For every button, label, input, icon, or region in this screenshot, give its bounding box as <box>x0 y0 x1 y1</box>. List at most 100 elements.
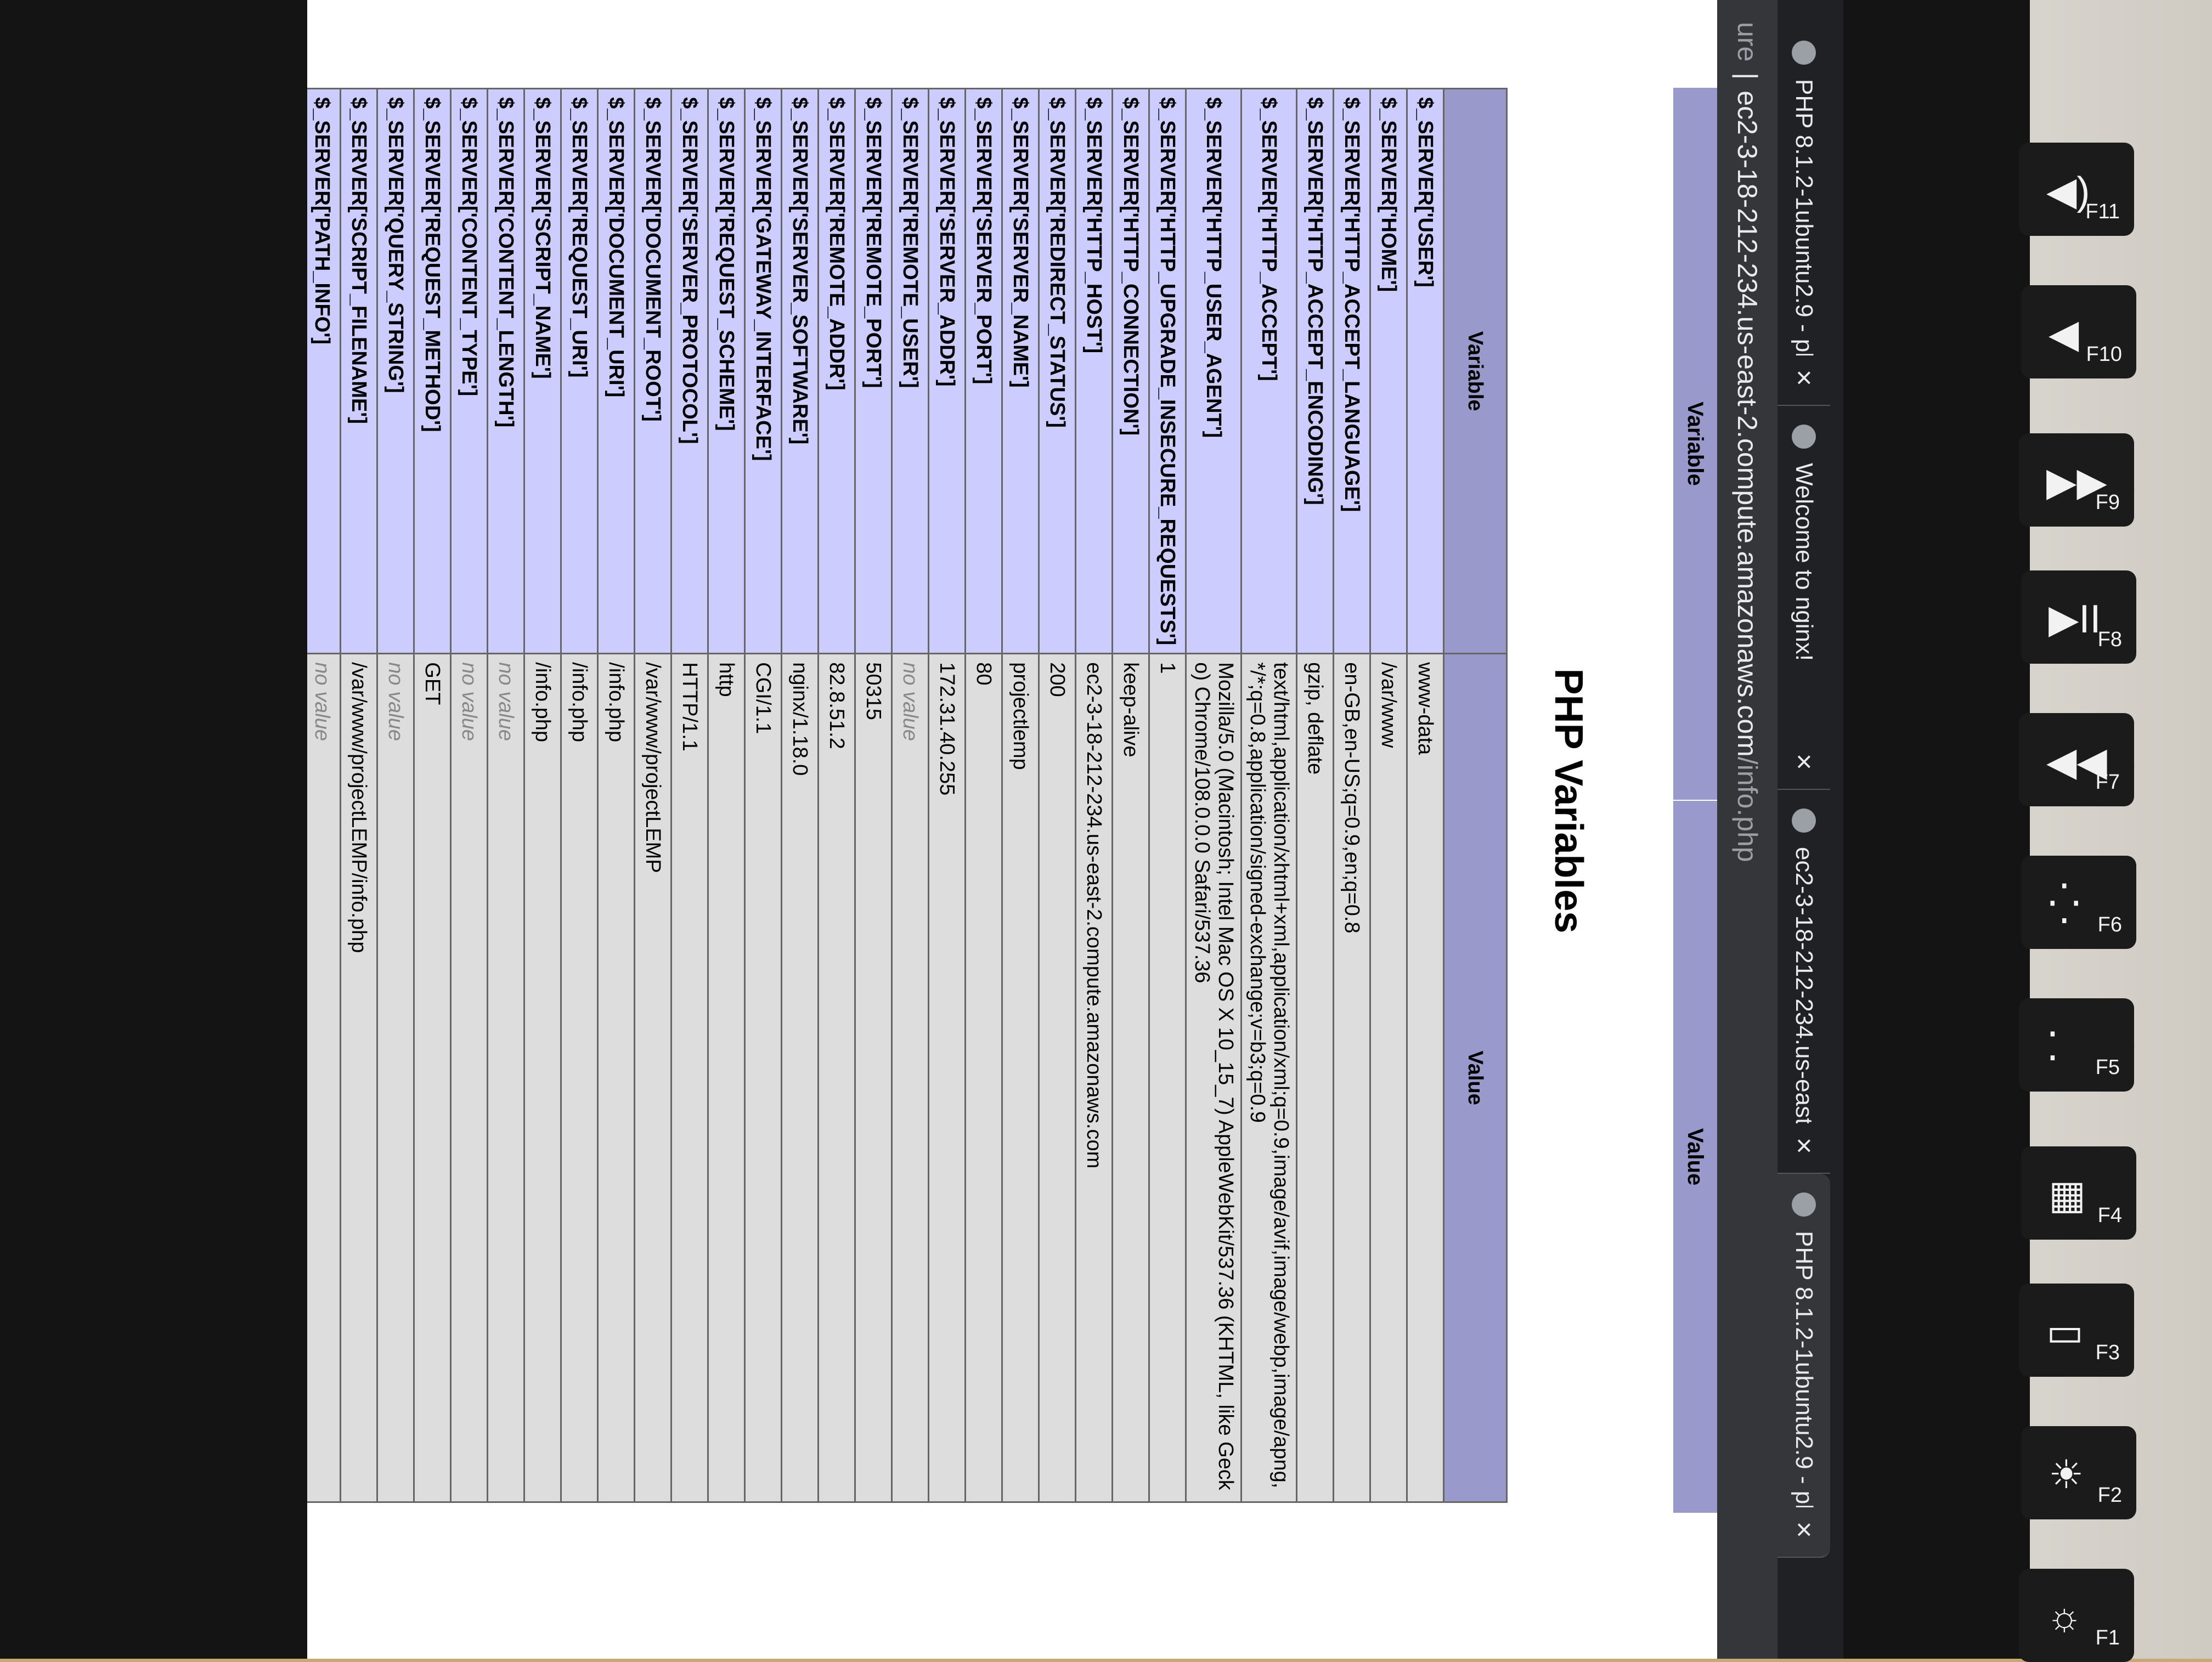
table-row: $_SERVER['HTTP_USER_AGENT'] Mozilla/5.0 (… <box>1186 88 1242 1502</box>
variable-value-cell: 80 <box>965 653 1002 1502</box>
variable-value-cell: gzip, deflate <box>1296 653 1334 1502</box>
function-key: ▭ F3 <box>2019 1284 2134 1377</box>
function-key: ▶▶ F9 <box>2019 433 2134 527</box>
tab-title: PHP 8.1.2-1ubuntu2.9 - phpin <box>1791 1231 1818 1507</box>
table-row: $_SERVER['HTTP_HOST'] ec2-3-18-212-234.us… <box>1075 88 1113 1502</box>
variable-name-cell: $_SERVER['HTTP_UPGRADE_INSECURE_REQUESTS… <box>1149 88 1186 654</box>
function-key: ▦ F4 <box>2021 1146 2136 1240</box>
variable-name-cell: $_SERVER['SERVER_ADDR'] <box>928 88 966 654</box>
variable-name-cell: $_SERVER['DOCUMENT_URI'] <box>597 88 635 654</box>
key-glyph-icon: ▭ <box>2046 1310 2084 1354</box>
key-label: F2 <box>2097 1484 2122 1507</box>
variable-value-cell: /var/www <box>1370 653 1407 1502</box>
browser-window: PHP 8.1.2-1ubuntu2.9 - phpin × Welcome to … <box>307 0 1843 1659</box>
globe-icon <box>1792 41 1816 65</box>
variable-name-cell: $_SERVER['PATH_INFO'] <box>307 88 341 654</box>
key-label: F6 <box>2097 913 2122 936</box>
variable-name-cell: $_SERVER['CONTENT_LENGTH'] <box>487 88 524 654</box>
variable-value-cell: projectlemp <box>1002 653 1039 1502</box>
variable-value-cell: /info.php <box>561 653 598 1502</box>
variable-name-cell: $_SERVER['SCRIPT_FILENAME'] <box>340 88 377 654</box>
table-row: $_SERVER['DOCUMENT_URI']/info.php <box>597 88 635 1502</box>
table-row: $_SERVER['REMOTE_PORT'] 50315 <box>855 88 892 1502</box>
browser-tab[interactable]: Welcome to nginx! × <box>1778 406 1830 790</box>
function-key: ◀ F10 <box>2021 285 2136 378</box>
variable-name-cell: $_SERVER['CONTENT_TYPE'] <box>450 88 488 654</box>
tab-close-icon[interactable]: × <box>1787 1522 1820 1538</box>
function-key: ▶II F8 <box>2021 570 2136 664</box>
variable-name-cell: $_SERVER['HTTP_ACCEPT'] <box>1241 88 1297 654</box>
variable-name-cell: $_SERVER['HTTP_CONNECTION'] <box>1112 88 1149 654</box>
variable-value-cell: Mozilla/5.0 (Macintosh; Intel Mac OS X 1… <box>1186 653 1242 1502</box>
variable-name-cell: $_SERVER['SERVER_SOFTWARE'] <box>781 88 819 654</box>
tab-close-icon[interactable]: × <box>1787 1138 1820 1154</box>
variable-name-cell: $_SERVER['REQUEST_URI'] <box>561 88 598 654</box>
variable-name-cell: $_SERVER['REQUEST_SCHEME'] <box>708 88 745 654</box>
browser-tab[interactable]: ec2-3-18-212-234.us-east-2. × <box>1778 790 1830 1174</box>
key-label: F3 <box>2095 1341 2120 1364</box>
variable-value-cell: http <box>708 653 745 1502</box>
key-label: F5 <box>2095 1056 2120 1079</box>
variable-value-cell: /info.php <box>597 653 635 1502</box>
table-row: $_SERVER['HTTP_UPGRADE_INSECURE_REQUESTS… <box>1149 88 1186 1502</box>
address-separator: | <box>1732 72 1763 80</box>
variable-value-cell: /info.php <box>524 653 561 1502</box>
table-row: $_SERVER['GATEWAY_INTERFACE'] CGI/1.1 <box>744 88 782 1502</box>
variable-value-cell: keep-alive <box>1112 653 1149 1502</box>
table-row: $_SERVER['USER'] www-data <box>1407 88 1444 1502</box>
variable-name-cell: $_SERVER['GATEWAY_INTERFACE'] <box>744 88 782 654</box>
globe-icon <box>1792 425 1816 449</box>
variable-name-cell: $_SERVER['REMOTE_ADDR'] <box>818 88 855 654</box>
table-row: $_SERVER['REQUEST_SCHEME'] http <box>708 88 745 1502</box>
tab-close-icon[interactable]: × <box>1787 754 1820 770</box>
browser-tab[interactable]: PHP 8.1.2-1ubuntu2.9 - phpin × <box>1778 1174 1830 1558</box>
variable-value-cell: 200 <box>1039 653 1076 1502</box>
key-label: F9 <box>2095 491 2120 514</box>
column-header-value: Value <box>1443 653 1507 1502</box>
function-key: ☀ F2 <box>2021 1426 2136 1519</box>
key-glyph-icon: ▶II <box>2049 597 2101 641</box>
browser-tab[interactable]: PHP 8.1.2-1ubuntu2.9 - phpin × <box>1778 22 1830 406</box>
variable-name-cell: $_SERVER['DOCUMENT_ROOT'] <box>634 88 672 654</box>
variable-value-cell: 82.8.51.2 <box>818 653 855 1502</box>
globe-icon <box>1792 809 1816 833</box>
variable-name-cell: $_SERVER['REMOTE_PORT'] <box>855 88 892 654</box>
prev-header-value: Value <box>1673 801 1717 1514</box>
table-row: $_SERVER['DOCUMENT_ROOT']/var/www/projec… <box>634 88 672 1502</box>
key-label: F1 <box>2095 1626 2120 1649</box>
previous-table-header: Variable Value <box>1673 88 1717 1514</box>
tab-close-icon[interactable]: × <box>1787 370 1820 386</box>
variable-name-cell: $_SERVER['HTTP_USER_AGENT'] <box>1186 88 1242 654</box>
tab-title: Welcome to nginx! <box>1791 463 1818 662</box>
key-label: F4 <box>2097 1204 2122 1227</box>
function-key: ◀◀ F7 <box>2019 713 2134 806</box>
table-body: $_SERVER['USER'] www-data $_SERVER['HOME']… <box>307 88 1444 1502</box>
variable-name-cell: $_SERVER['QUERY_STRING'] <box>377 88 414 654</box>
address-bar[interactable]: ure | ec2-3-18-212-234.us-east-2.compute… <box>1717 0 1778 1659</box>
variable-value-cell: no value <box>891 653 929 1502</box>
table-row: $_SERVER['SCRIPT_NAME']/info.php <box>524 88 561 1502</box>
php-variables-table: Variable Value $_SERVER['USER'] www-data $… <box>307 88 1508 1503</box>
variable-name-cell: $_SERVER['REDIRECT_STATUS'] <box>1039 88 1076 654</box>
table-row: $_SERVER['CONTENT_TYPE'] no value <box>450 88 488 1502</box>
function-key: ⁚ F5 <box>2019 998 2134 1092</box>
globe-icon <box>1792 1192 1816 1217</box>
function-key: ⁛ F6 <box>2021 856 2136 949</box>
variable-value-cell: CGI/1.1 <box>744 653 782 1502</box>
variable-name-cell: $_SERVER['HOME'] <box>1370 88 1407 654</box>
variable-name-cell: $_SERVER['SERVER_NAME'] <box>1002 88 1039 654</box>
table-row: $_SERVER['HTTP_ACCEPT_ENCODING'] gzip, de… <box>1296 88 1334 1502</box>
variable-name-cell: $_SERVER['REQUEST_METHOD'] <box>414 88 451 654</box>
variable-name-cell: $_SERVER['SCRIPT_NAME'] <box>524 88 561 654</box>
url-text[interactable]: ec2-3-18-212-234.us-east-2.compute.amazo… <box>1731 91 1763 862</box>
table-header-row: Variable Value <box>1443 88 1507 1502</box>
key-glyph-icon: ⁛ <box>2049 883 2080 926</box>
table-row: $_SERVER['REMOTE_USER'] no value <box>891 88 929 1502</box>
key-glyph-icon: ▦ <box>2049 1173 2086 1217</box>
variable-value-cell: text/html,application/xhtml+xml,applicat… <box>1241 653 1297 1502</box>
variable-name-cell: $_SERVER['SERVER_PORT'] <box>965 88 1002 654</box>
variable-value-cell: GET <box>414 653 451 1502</box>
variable-value-cell: ec2-3-18-212-234.us-east-2.compute.amazo… <box>1075 653 1113 1502</box>
page-content: Variable Value PHP Variables Variable Va… <box>307 0 1717 1659</box>
variable-value-cell: 50315 <box>855 653 892 1502</box>
